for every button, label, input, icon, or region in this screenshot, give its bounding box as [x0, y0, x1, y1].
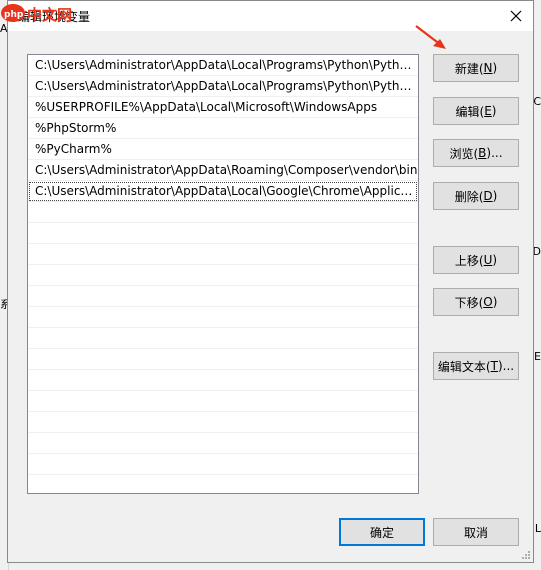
- move-up-button-label-end: ): [492, 253, 498, 267]
- path-list-item[interactable]: C:\Users\Administrator\AppData\Roaming\C…: [28, 160, 418, 181]
- parent-window-text-fragment: L: [534, 522, 541, 535]
- path-list-empty-row[interactable]: [28, 391, 418, 412]
- delete-button[interactable]: 删除(D): [433, 182, 519, 210]
- path-list[interactable]: C:\Users\Administrator\AppData\Local\Pro…: [27, 54, 419, 494]
- path-list-item[interactable]: C:\Users\Administrator\AppData\Local\Pro…: [28, 55, 418, 76]
- move-down-button-label-end: ): [492, 295, 498, 309]
- delete-button-label-end: ): [492, 189, 498, 203]
- path-list-empty-row[interactable]: [28, 328, 418, 349]
- edit-text-button-label: 编辑文本(: [437, 359, 491, 374]
- ok-button[interactable]: 确定: [339, 518, 425, 546]
- edit-text-button-hotkey: T: [490, 359, 498, 373]
- new-button[interactable]: 新建(N): [433, 54, 519, 82]
- edit-text-button[interactable]: 编辑文本(T)...: [433, 352, 519, 380]
- edit-button[interactable]: 编辑(E): [433, 97, 519, 125]
- edit-button-label: 编辑(: [455, 104, 485, 119]
- move-down-button-label: 下移(: [454, 295, 484, 310]
- path-list-item[interactable]: C:\Users\Administrator\AppData\Local\Pro…: [28, 76, 418, 97]
- annotation-arrow-icon: [415, 25, 446, 49]
- path-list-empty-row[interactable]: [28, 349, 418, 370]
- new-button-label-end: ): [492, 61, 498, 75]
- path-list-empty-row[interactable]: [28, 433, 418, 454]
- svg-text:中文网: 中文网: [27, 6, 72, 24]
- path-list-empty-row[interactable]: [28, 265, 418, 286]
- path-list-item[interactable]: %PyCharm%: [28, 139, 418, 160]
- browse-button-label: 浏览(: [449, 146, 479, 161]
- browse-button-hotkey: B: [478, 146, 487, 160]
- resize-grip-icon[interactable]: [521, 550, 531, 560]
- path-list-empty-row[interactable]: [28, 244, 418, 265]
- path-list-item[interactable]: %USERPROFILE%\AppData\Local\Microsoft\Wi…: [28, 97, 418, 118]
- path-list-empty-row[interactable]: [28, 412, 418, 433]
- edit-button-hotkey: E: [484, 104, 492, 118]
- browse-button-label-end: )...: [486, 146, 503, 160]
- path-list-empty-row[interactable]: [28, 370, 418, 391]
- move-up-button-label: 上移(: [454, 253, 484, 268]
- svg-text:php: php: [4, 10, 24, 20]
- close-button[interactable]: [501, 3, 531, 29]
- path-list-item[interactable]: %PhpStorm%: [28, 118, 418, 139]
- edit-text-button-label-end: )...: [497, 359, 515, 373]
- delete-button-hotkey: D: [483, 189, 493, 203]
- close-icon: [510, 10, 522, 22]
- dialog-titlebar[interactable]: 编辑环境变量: [8, 1, 533, 31]
- path-list-empty-row[interactable]: [28, 286, 418, 307]
- php-cn-watermark-logo: php 中文网: [1, 4, 72, 24]
- edit-button-label-end: ): [491, 104, 497, 118]
- move-down-button-hotkey: O: [483, 295, 493, 309]
- move-down-button[interactable]: 下移(O): [433, 288, 519, 316]
- browse-button[interactable]: 浏览(B)...: [433, 139, 519, 167]
- path-list-empty-row[interactable]: [28, 454, 418, 475]
- path-list-empty-row[interactable]: [28, 223, 418, 244]
- move-up-button[interactable]: 上移(U): [433, 246, 519, 274]
- parent-window-text-fragment: C: [533, 95, 541, 108]
- move-up-button-hotkey: U: [483, 253, 493, 267]
- new-button-hotkey: N: [483, 61, 493, 75]
- path-list-empty-row[interactable]: [28, 475, 418, 493]
- delete-button-label: 删除(: [454, 189, 484, 204]
- path-list-item[interactable]: C:\Users\Administrator\AppData\Local\Goo…: [28, 181, 418, 202]
- parent-window-text-fragment: E: [534, 350, 541, 363]
- new-button-label: 新建(: [454, 61, 484, 76]
- cancel-button[interactable]: 取消: [433, 518, 519, 546]
- path-list-empty-row[interactable]: [28, 202, 418, 223]
- edit-environment-variable-dialog: 编辑环境变量 C:\Users\Administrator\AppData\Lo…: [7, 0, 534, 563]
- path-list-empty-row[interactable]: [28, 307, 418, 328]
